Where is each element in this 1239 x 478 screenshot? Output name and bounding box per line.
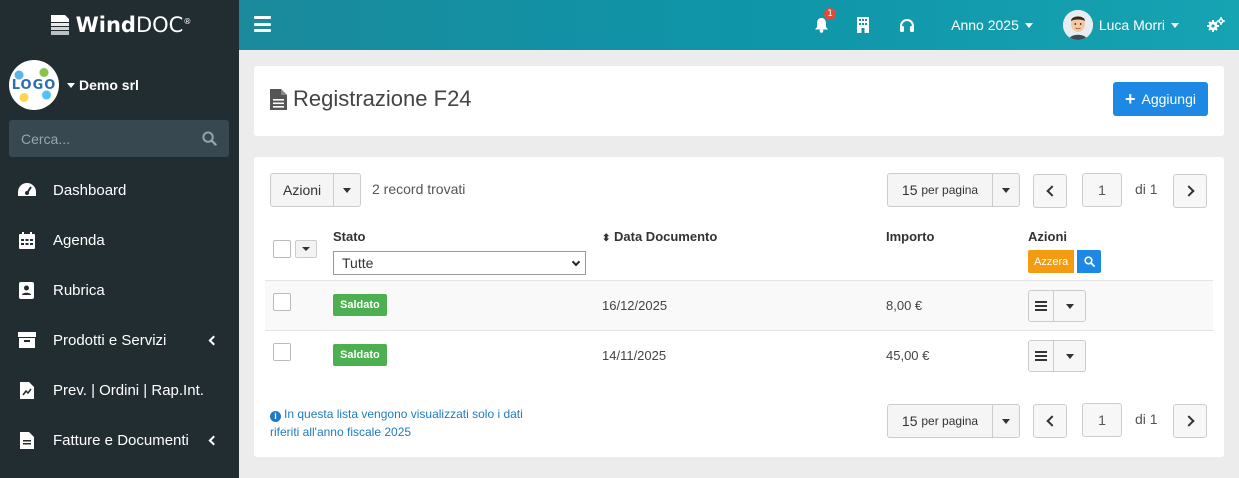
sidebar: WindDOC® LOGO Demo srl Cerca... Dashboar… — [0, 0, 239, 478]
fiscal-year-info: i In questa lista vengono visualizzati so… — [270, 407, 523, 439]
caret-down-icon — [1024, 22, 1033, 28]
row-checkbox[interactable] — [273, 293, 291, 311]
support-button[interactable] — [899, 18, 915, 33]
row-date: 16/12/2025 — [602, 298, 668, 313]
status-filter-select[interactable]: Tutte — [333, 251, 586, 275]
chevron-down-icon — [571, 257, 581, 266]
chevron-left-icon — [1045, 415, 1058, 427]
list-menu-icon[interactable] — [1029, 291, 1054, 321]
dashboard-icon — [17, 180, 37, 200]
info-icon: i — [270, 410, 281, 422]
company-building-button[interactable] — [857, 17, 870, 33]
page-title: Registrazione F24 — [270, 86, 472, 112]
status-badge: Saldato — [333, 294, 387, 316]
chevron-left-icon — [208, 335, 219, 345]
row-date: 14/11/2025 — [602, 348, 667, 363]
sidebar-item-dashboard[interactable]: Dashboard — [0, 165, 239, 215]
select-options-dropdown[interactable] — [295, 240, 317, 258]
title-panel: Registrazione F24 + Aggiungi — [254, 66, 1224, 136]
total-pages: di 1 — [1135, 411, 1158, 427]
sidebar-item-preventivi[interactable]: Prev. | Ordini | Rap.Int. — [0, 365, 239, 415]
building-icon — [857, 17, 870, 33]
brand-name: WindDOC® — [75, 13, 192, 37]
table-row: Saldato 16/12/2025 8,00 € — [265, 280, 1213, 330]
company-switcher[interactable]: LOGO Demo srl — [0, 50, 239, 120]
caret-down-icon[interactable] — [333, 174, 360, 206]
row-checkbox[interactable] — [273, 343, 291, 361]
notifications-badge: 1 — [824, 8, 837, 20]
row-amount: 45,00 € — [886, 348, 930, 363]
box-icon — [17, 330, 37, 350]
page-input[interactable]: 1 — [1082, 403, 1122, 437]
avatar — [1062, 10, 1093, 40]
caret-down-icon[interactable] — [1054, 341, 1085, 371]
bulk-actions-dropdown[interactable]: Azioni — [270, 173, 362, 207]
filter-search-button[interactable] — [1077, 250, 1101, 273]
chevron-left-icon — [208, 435, 219, 445]
sidebar-item-prodotti[interactable]: Prodotti e Servizi — [0, 315, 239, 365]
list-menu-icon[interactable] — [1029, 341, 1054, 371]
caret-down-icon[interactable] — [992, 174, 1019, 206]
calendar-icon — [17, 230, 37, 250]
sidebar-item-rubrica[interactable]: Rubrica — [0, 265, 239, 315]
chevron-right-icon — [1182, 415, 1195, 427]
column-header-date[interactable]: ⬍ Data Documento — [602, 229, 717, 244]
menu-toggle-icon[interactable] — [254, 16, 271, 32]
status-badge: Saldato — [333, 344, 387, 366]
plus-icon: + — [1124, 89, 1136, 109]
per-page-selector[interactable]: 15 per pagina — [887, 173, 1020, 207]
page-input[interactable]: 1 — [1082, 173, 1122, 207]
settings-button[interactable] — [1207, 17, 1225, 33]
chevron-left-icon — [1045, 185, 1058, 197]
add-button[interactable]: + Aggiungi — [1112, 82, 1208, 116]
table-row: Saldato 14/11/2025 45,00 € — [265, 330, 1213, 380]
search-icon[interactable] — [202, 131, 217, 146]
caret-down-icon[interactable] — [1054, 291, 1085, 321]
top-navbar: 1 Anno 2025 Luca Morri — [239, 0, 1239, 50]
sort-icon: ⬍ — [602, 233, 611, 244]
column-header-actions: Azioni — [1028, 229, 1067, 244]
company-name[interactable]: Demo srl — [67, 77, 139, 93]
brand-logo[interactable]: WindDOC® — [0, 0, 239, 50]
top-right-menu: 1 Anno 2025 Luca Morri — [814, 0, 1239, 50]
caret-down-icon — [1171, 22, 1179, 28]
file-text-icon — [270, 88, 287, 110]
chevron-right-icon — [1182, 185, 1195, 197]
row-actions-menu[interactable] — [1028, 290, 1086, 322]
search-icon — [1083, 256, 1095, 267]
column-header-amount: Importo — [886, 229, 935, 244]
prev-page-button[interactable] — [1033, 404, 1067, 438]
winddoc-logo-icon — [50, 15, 69, 35]
column-header-status: Stato — [333, 229, 366, 244]
row-amount: 8,00 € — [886, 298, 923, 313]
company-logo: LOGO — [9, 60, 59, 110]
records-count: 2 record trovati — [372, 181, 466, 197]
file-chart-icon — [17, 380, 37, 400]
user-menu[interactable]: Luca Morri — [1062, 10, 1179, 40]
sidebar-search-input[interactable]: Cerca... — [9, 120, 229, 157]
next-page-button[interactable] — [1173, 404, 1207, 438]
sidebar-nav: Dashboard Agenda Rubrica Prodotti e Serv… — [0, 165, 239, 465]
sidebar-item-fatture[interactable]: Fatture e Documenti — [0, 415, 239, 465]
year-selector[interactable]: Anno 2025 — [951, 17, 1033, 33]
sidebar-item-agenda[interactable]: Agenda — [0, 215, 239, 265]
next-page-button[interactable] — [1173, 174, 1207, 208]
reset-filters-button[interactable]: Azzera — [1028, 250, 1075, 273]
list-panel: Azioni 2 record trovati 15 per pagina 1 … — [254, 157, 1224, 457]
notifications-button[interactable]: 1 — [814, 8, 837, 33]
cogs-icon — [1207, 17, 1225, 32]
total-pages: di 1 — [1135, 181, 1158, 197]
per-page-selector[interactable]: 15 per pagina — [887, 404, 1020, 438]
document-icon — [17, 430, 37, 450]
headphones-icon — [900, 18, 915, 32]
prev-page-button[interactable] — [1033, 174, 1067, 208]
caret-down-icon — [67, 82, 75, 88]
select-all-checkbox[interactable] — [273, 240, 291, 258]
caret-down-icon[interactable] — [992, 405, 1019, 437]
search-placeholder: Cerca... — [21, 130, 71, 147]
row-actions-menu[interactable] — [1028, 340, 1086, 372]
contacts-icon — [17, 280, 37, 300]
